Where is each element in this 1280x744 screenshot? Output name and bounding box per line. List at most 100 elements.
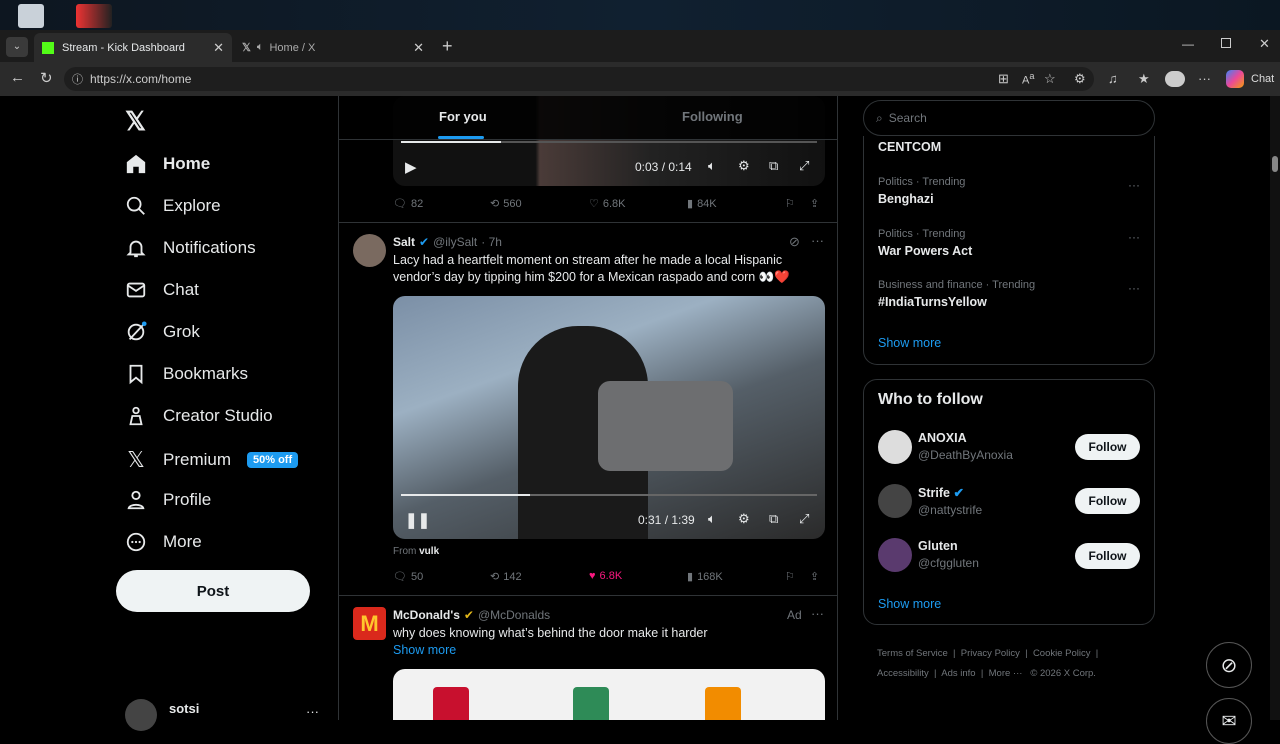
scrollbar-thumb[interactable]	[1272, 156, 1278, 172]
author-name[interactable]: Salt	[393, 235, 415, 249]
trends-show-more-link[interactable]: Show more	[878, 336, 941, 350]
recycle-bin-icon[interactable]	[18, 4, 44, 28]
page-scrollbar[interactable]	[1270, 96, 1280, 720]
who-to-follow-show-more-link[interactable]: Show more	[878, 597, 941, 611]
tab-kick-dashboard[interactable]: Stream - Kick Dashboard ✕	[34, 33, 232, 62]
post2-like-button[interactable]: ♥ 6.8K	[589, 570, 622, 582]
follow-button[interactable]: Follow	[1075, 434, 1140, 460]
extensions-icon[interactable]: ⚙︎	[1074, 71, 1086, 87]
url-field[interactable]: ⓘ https://x.com/home	[64, 67, 1094, 91]
footer-link[interactable]: Accessibility	[877, 668, 929, 679]
post-more-icon[interactable]: ···	[811, 233, 824, 248]
nav-item-more[interactable]: More	[125, 531, 202, 553]
tab-list-button[interactable]: ⌄	[6, 37, 28, 57]
x-logo-icon[interactable]: 𝕏	[125, 106, 146, 137]
footer-link[interactable]: Privacy Policy	[961, 648, 1020, 659]
from-user-link[interactable]: vulk	[419, 546, 439, 557]
avatar[interactable]	[353, 234, 386, 267]
close-tab-icon[interactable]: ✕	[213, 40, 224, 56]
post1-share-icon[interactable]: ⇪	[810, 197, 819, 210]
new-tab-button[interactable]: +	[442, 36, 453, 57]
post1-repost-button[interactable]: ⟲ 560	[490, 197, 522, 211]
read-aloud-icon[interactable]: Aa	[1022, 71, 1034, 87]
trend-item[interactable]: CENTCOM	[878, 140, 941, 154]
account-name[interactable]: sotsi	[169, 701, 199, 716]
tab-for-you[interactable]: For you	[439, 109, 487, 124]
trend-more-icon[interactable]: ···	[1128, 230, 1140, 244]
follow-button[interactable]: Follow	[1075, 488, 1140, 514]
ad-image[interactable]	[393, 669, 825, 720]
avatar[interactable]	[878, 538, 912, 572]
volume-icon[interactable]: 🔈︎	[708, 511, 716, 527]
suggestion-item[interactable]: ANOXIA @DeathByAnoxia	[918, 431, 1013, 462]
footer-link[interactable]: Cookie Policy	[1033, 648, 1091, 659]
post2-progress-track[interactable]	[401, 494, 817, 496]
mcdonalds-logo[interactable]: M	[353, 607, 386, 640]
back-icon[interactable]: ←	[10, 69, 25, 86]
settings-icon[interactable]: ⚙︎	[738, 511, 750, 527]
footer-link[interactable]: Ads info	[941, 668, 975, 679]
window-close-icon[interactable]: ✕	[1259, 36, 1270, 52]
author-handle[interactable]: @McDonalds	[478, 608, 550, 622]
apps-icon[interactable]: ⊞	[998, 71, 1009, 87]
post1-progress-track[interactable]	[401, 141, 817, 143]
suggestion-item[interactable]: Gluten @cfggluten	[918, 539, 979, 570]
pip-icon[interactable]: ⧉	[769, 158, 778, 174]
close-tab-icon[interactable]: ✕	[413, 40, 424, 56]
grok-explain-icon[interactable]: ⊘	[789, 234, 800, 250]
nav-item-grok[interactable]: Grok	[125, 321, 200, 343]
post-button[interactable]: Post	[116, 570, 310, 612]
tab-x-home[interactable]: 𝕏 🔈︎ Home / X ✕	[234, 33, 432, 62]
trend-item[interactable]: Business and finance · Trending #IndiaTu…	[878, 279, 1035, 309]
nav-item-explore[interactable]: Explore	[125, 195, 221, 217]
trend-item[interactable]: Politics · Trending Benghazi	[878, 176, 965, 206]
post1-reply-button[interactable]: 🗨︎ 82	[393, 197, 423, 211]
tab-following[interactable]: Following	[682, 109, 743, 124]
author-handle[interactable]: @ilySalt	[433, 235, 477, 249]
nav-item-profile[interactable]: Profile	[125, 489, 211, 511]
post2-views-button[interactable]: ▮ 168K	[687, 570, 723, 584]
footer-link[interactable]: More ···	[989, 668, 1023, 679]
refresh-icon[interactable]: ↻	[40, 69, 53, 87]
post1-like-button[interactable]: ♡ 6.8K	[589, 197, 626, 211]
post2-repost-button[interactable]: ⟲ 142	[490, 570, 522, 584]
post2-share-icon[interactable]: ⇪	[810, 570, 819, 583]
avatar[interactable]	[878, 484, 912, 518]
copilot-icon[interactable]	[1226, 70, 1244, 88]
arc-raiders-icon[interactable]	[76, 4, 112, 28]
nav-item-creator-studio[interactable]: Creator Studio	[125, 405, 273, 427]
trend-more-icon[interactable]: ···	[1128, 178, 1140, 192]
post2-reply-button[interactable]: 🗨︎ 50	[393, 570, 423, 584]
favorites-icon[interactable]: ★	[1138, 71, 1150, 87]
footer-link[interactable]: Terms of Service	[877, 648, 948, 659]
post1-views-button[interactable]: ▮ 84K	[687, 197, 717, 211]
settings-more-icon[interactable]: ···	[1198, 71, 1211, 86]
trend-item[interactable]: Politics · Trending War Powers Act	[878, 228, 972, 258]
site-info-icon[interactable]: ⓘ	[72, 71, 83, 87]
avatar[interactable]	[878, 430, 912, 464]
post1-bookmark-icon[interactable]: ⚐	[785, 197, 795, 210]
search-input[interactable]: ⌕ Search	[863, 100, 1155, 136]
messages-float-button[interactable]: ✉	[1206, 698, 1252, 744]
show-more-link[interactable]: Show more	[393, 643, 456, 657]
play-icon[interactable]: ▶	[405, 158, 417, 176]
profile-avatar-icon[interactable]	[1165, 71, 1185, 87]
fullscreen-icon[interactable]: ⤢	[799, 511, 809, 527]
maximize-icon[interactable]	[1221, 38, 1231, 48]
pip-icon[interactable]: ⧉	[769, 511, 778, 527]
account-more-icon[interactable]: ···	[306, 704, 319, 719]
minimize-icon[interactable]: —	[1182, 37, 1194, 51]
nav-item-notifications[interactable]: Notifications	[125, 237, 256, 259]
settings-icon[interactable]: ⚙︎	[738, 158, 750, 174]
post2-video[interactable]: ❚❚ 0:31 / 1:39 🔈︎ ⚙︎ ⧉ ⤢	[393, 296, 825, 539]
nav-item-bookmarks[interactable]: Bookmarks	[125, 363, 248, 385]
speaker-icon[interactable]: 🔈︎	[257, 41, 264, 54]
follow-button[interactable]: Follow	[1075, 543, 1140, 569]
grok-float-button[interactable]: ⊘	[1206, 642, 1252, 688]
post-more-icon[interactable]: ···	[811, 606, 824, 621]
media-icon[interactable]: ♫	[1108, 71, 1118, 86]
post2-bookmark-icon[interactable]: ⚐	[785, 570, 795, 583]
nav-item-home[interactable]: Home	[125, 153, 210, 175]
author-name[interactable]: McDonald's	[393, 608, 460, 622]
fullscreen-icon[interactable]: ⤢	[799, 158, 809, 174]
